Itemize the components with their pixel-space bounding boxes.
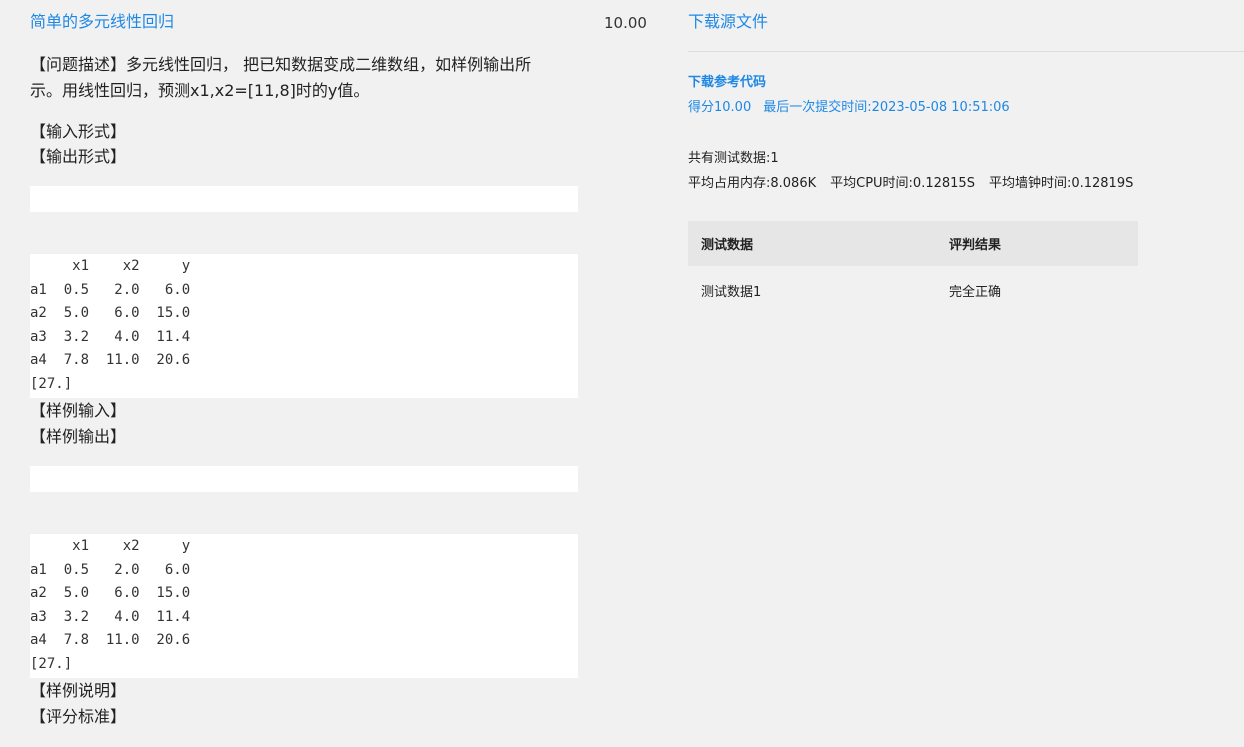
avg-memory: 平均占用内存:8.086K xyxy=(688,176,817,191)
table-header-row: 测试数据 评判结果 xyxy=(688,221,1138,266)
test-result-table: 测试数据 评判结果 测试数据1 完全正确 xyxy=(688,221,1138,314)
score-text: 得分10.00 xyxy=(688,100,752,115)
download-source-link[interactable]: 下载源文件 xyxy=(688,11,768,33)
code-line: a4 7.8 11.0 20.6 xyxy=(30,632,191,648)
download-reference-link[interactable]: 下载参考代码 xyxy=(688,73,766,93)
sample-explain-heading: 【样例说明】 xyxy=(30,681,127,700)
sample-input-heading: 【样例输入】 xyxy=(30,401,127,420)
divider xyxy=(688,51,1244,52)
test-count: 共有测试数据:1 xyxy=(688,149,793,169)
sample-input-blank-box xyxy=(30,466,578,492)
avg-cpu-time: 平均CPU时间:0.12815S xyxy=(830,176,975,191)
test-count-text: 共有测试数据:1 xyxy=(688,151,779,166)
last-submit-time: 最后一次提交时间:2023-05-08 10:51:06 xyxy=(763,100,1010,115)
cell-judge-result: 完全正确 xyxy=(949,284,1002,300)
grading-heading: 【评分标准】 xyxy=(30,707,127,726)
code-line: x1 x2 y xyxy=(30,538,191,554)
table-row: 测试数据1 完全正确 xyxy=(688,266,1138,314)
description-line-1: 【问题描述】多元线性回归， 把已知数据变成二维数组，如样例输出所 xyxy=(30,55,532,74)
description-line-2: 示。用线性回归，预测x1,x2=[11,8]时的y值。 xyxy=(30,81,370,100)
header-test-data: 测试数据 xyxy=(688,221,936,266)
code-line: a1 0.5 2.0 6.0 xyxy=(30,561,191,578)
submission-info: 得分10.00 最后一次提交时间:2023-05-08 10:51:06 xyxy=(688,98,1022,118)
code-line: [27.] xyxy=(30,375,73,392)
sample-output-heading: 【样例输出】 xyxy=(30,427,127,446)
sample-output-code-block: x1 x2 y a1 0.5 2.0 6.0 a2 5.0 6.0 15.0 a… xyxy=(30,534,578,678)
code-line: a2 5.0 6.0 15.0 xyxy=(30,585,191,601)
code-line: a3 3.2 4.0 11.4 xyxy=(30,608,191,625)
code-line: a3 3.2 4.0 11.4 xyxy=(30,328,191,345)
code-line: [27.] xyxy=(30,655,73,672)
code-line: a2 5.0 6.0 15.0 xyxy=(30,305,191,321)
output-format-heading: 【输出形式】 xyxy=(30,147,127,166)
avg-wall-time: 平均墙钟时间:0.12819S xyxy=(988,176,1134,191)
performance-stats: 平均占用内存:8.086K 平均CPU时间:0.12815S 平均墙钟时间:0.12… xyxy=(688,174,1147,194)
output-format-blank-box xyxy=(30,186,578,212)
code-line: a1 0.5 2.0 6.0 xyxy=(30,281,191,298)
header-judge-result: 评判结果 xyxy=(936,221,1138,266)
cell-test-name: 测试数据1 xyxy=(701,284,762,300)
code-line: a4 7.8 11.0 20.6 xyxy=(30,352,191,368)
problem-description: 【问题描述】多元线性回归， 把已知数据变成二维数组，如样例输出所 示。用线性回归… xyxy=(30,52,578,104)
output-format-code-block: x1 x2 y a1 0.5 2.0 6.0 a2 5.0 6.0 15.0 a… xyxy=(30,254,578,398)
input-format-heading: 【输入形式】 xyxy=(30,122,127,141)
problem-score: 10.00 xyxy=(604,14,647,32)
code-line: x1 x2 y xyxy=(30,258,191,274)
submission-page: 简单的多元线性回归 10.00 【问题描述】多元线性回归， 把已知数据变成二维数… xyxy=(0,0,1244,747)
problem-title-link[interactable]: 简单的多元线性回归 xyxy=(30,11,174,33)
